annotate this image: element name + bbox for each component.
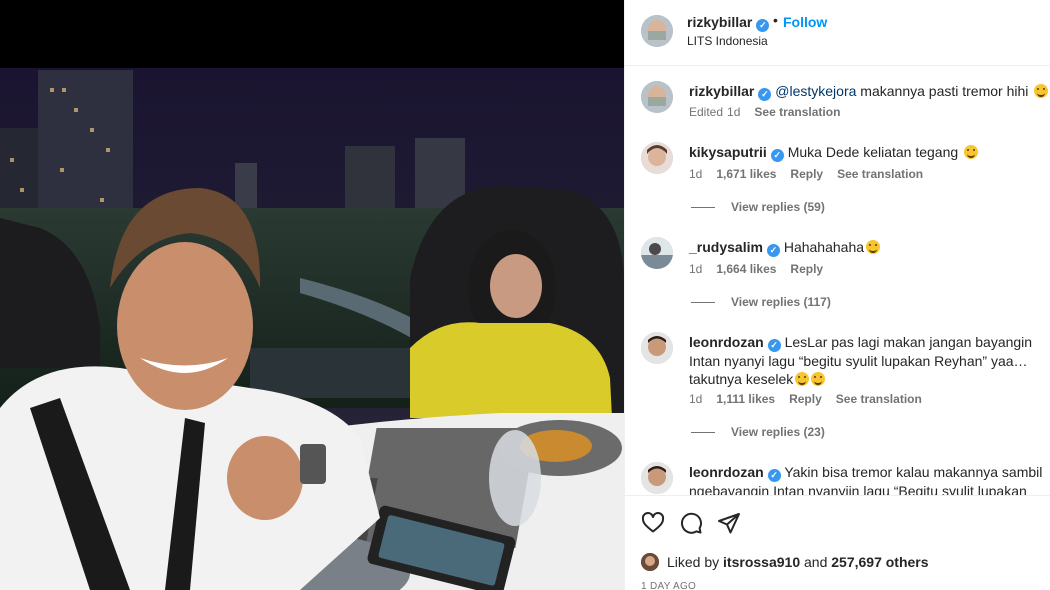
verified-badge-icon: ✓	[767, 339, 781, 352]
comment-username[interactable]: kikysaputrii	[689, 144, 767, 160]
comment-likes[interactable]: 1,111 likes	[716, 392, 775, 406]
comment-text: kikysaputrii ✓ Muka Dede keliatan tegang	[689, 143, 1044, 162]
replies-divider	[691, 302, 715, 304]
commenter-avatar[interactable]	[641, 142, 673, 174]
post-location[interactable]: LITS Indonesia	[687, 34, 768, 48]
comment-bubble-icon[interactable]	[679, 511, 703, 535]
reply-button[interactable]: Reply	[790, 167, 823, 181]
post-sidebar: rizkybillar ✓ • Follow LITS Indonesia riz…	[624, 0, 1050, 590]
comment-meta: 1d 1,671 likes Reply See translation	[689, 167, 923, 181]
post-date: 1 DAY AGO	[641, 581, 697, 590]
view-replies-label: View replies (23)	[731, 425, 825, 439]
replies-divider	[691, 207, 715, 209]
heart-icon[interactable]	[641, 511, 665, 535]
comment-username[interactable]: _rudysalim	[689, 239, 763, 255]
comment-text: rizkybillar ✓ @lestykejora makannya pasti…	[689, 82, 1049, 101]
comment-age: 1d	[689, 167, 703, 181]
comment-username[interactable]: leonrdozan	[689, 334, 764, 350]
comments-list[interactable]: rizkybillar ✓ @lestykejora makannya pasti…	[625, 67, 1050, 495]
view-replies-button[interactable]: View replies (23)	[691, 425, 825, 439]
verified-badge-icon: ✓	[766, 244, 780, 257]
comment-message: Hahahahaha	[783, 239, 865, 255]
author-avatar[interactable]	[641, 15, 673, 47]
separator-dot: •	[773, 12, 778, 28]
author-username[interactable]: rizkybillar ✓	[687, 14, 770, 32]
comment-message: makannya pasti tremor hihi	[856, 83, 1029, 99]
emoji-icon	[964, 145, 979, 159]
emoji-icon	[811, 372, 826, 386]
view-replies-label: View replies (59)	[731, 200, 825, 214]
likes-summary: Liked by itsrossa910 and 257,697 others	[667, 554, 929, 570]
photo-illustration	[0, 68, 624, 590]
comment-age: 1d	[727, 105, 741, 119]
see-translation-link[interactable]: See translation	[836, 392, 922, 406]
comment-text: _rudysalim ✓ Hahahahaha	[689, 238, 1044, 257]
commenter-avatar[interactable]	[641, 462, 673, 494]
commenter-avatar[interactable]	[641, 81, 673, 113]
comment-likes[interactable]: 1,664 likes	[716, 262, 776, 276]
verified-badge-icon: ✓	[770, 149, 784, 162]
edited-label: Edited	[689, 105, 724, 119]
comment-username[interactable]: rizkybillar	[689, 83, 754, 99]
view-replies-label: View replies (117)	[731, 295, 831, 309]
commenter-avatar[interactable]	[641, 332, 673, 364]
liker-username[interactable]: itsrossa910	[723, 554, 800, 570]
likes-others-link[interactable]: 257,697 others	[831, 554, 928, 570]
post-header: rizkybillar ✓ • Follow LITS Indonesia	[625, 0, 1050, 66]
see-translation-link[interactable]: See translation	[837, 167, 923, 181]
follow-button[interactable]: Follow	[783, 14, 827, 30]
post-media-panel	[0, 0, 624, 590]
comment-message: Muka Dede keliatan tegang	[787, 144, 959, 160]
comment-text: leonrdozan ✓ LesLar pas lagi makan jangan…	[689, 333, 1044, 388]
commenter-avatar[interactable]	[641, 237, 673, 269]
post-photo[interactable]	[0, 68, 624, 590]
view-replies-button[interactable]: View replies (117)	[691, 295, 831, 309]
comment-mention[interactable]: @lestykejora	[775, 83, 856, 99]
comment-text: leonrdozan ✓ Yakin bisa tremor kalau maka…	[689, 463, 1044, 495]
reply-button[interactable]: Reply	[789, 392, 822, 406]
likes-prefix: Liked by	[667, 554, 724, 570]
paper-plane-icon[interactable]	[717, 511, 741, 535]
comment-age: 1d	[689, 392, 703, 406]
see-translation-link[interactable]: See translation	[754, 105, 840, 119]
comment-likes[interactable]: 1,671 likes	[716, 167, 776, 181]
verified-badge-icon: ✓	[756, 19, 770, 32]
comment-meta: 1d 1,664 likes Reply	[689, 262, 823, 276]
replies-divider	[691, 432, 715, 434]
comment-age: 1d	[689, 262, 703, 276]
verified-badge-icon: ✓	[758, 88, 772, 101]
emoji-icon	[1034, 84, 1049, 98]
view-replies-button[interactable]: View replies (59)	[691, 200, 825, 214]
emoji-icon	[866, 240, 881, 254]
comment-username[interactable]: leonrdozan	[689, 464, 764, 480]
comment-meta: Edited 1d See translation	[689, 105, 840, 119]
likes-middle: and	[800, 554, 832, 570]
emoji-icon	[795, 372, 810, 386]
post-actions: Liked by itsrossa910 and 257,697 others …	[625, 495, 1050, 590]
reply-button[interactable]: Reply	[790, 262, 823, 276]
comment-meta: 1d 1,111 likes Reply See translation	[689, 392, 922, 406]
verified-badge-icon: ✓	[767, 469, 781, 482]
liker-avatar[interactable]	[641, 553, 659, 571]
